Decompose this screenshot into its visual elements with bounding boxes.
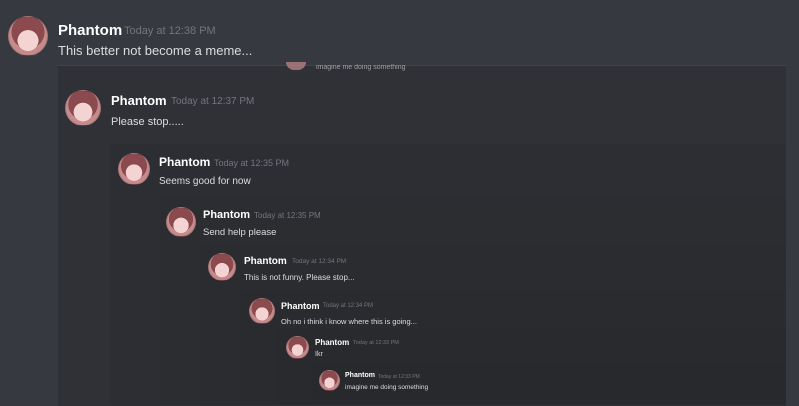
message-text: This better not become a meme... [58, 43, 253, 58]
author-name: Phantom [159, 155, 211, 169]
avatar [208, 253, 236, 281]
avatar [249, 298, 275, 324]
author-name: Phantom [281, 301, 320, 311]
avatar [65, 90, 101, 126]
avatar [319, 370, 340, 391]
message-text: Oh no i think i know where this is going… [281, 317, 417, 326]
avatar [286, 336, 309, 359]
message-text: This is not funny. Please stop... [244, 273, 355, 282]
author-name[interactable]: Phantom [58, 22, 122, 39]
timestamp: Today at 12:35 PM [254, 211, 321, 220]
message-text: Seems good for now [159, 176, 251, 187]
timestamp: Today at 12:34 PM [292, 258, 347, 265]
author-name: Phantom [345, 372, 375, 379]
message-text: imagine me doing something [345, 384, 429, 391]
timestamp: Today at 12:34 PM [323, 303, 374, 309]
timestamp: Today at 12:33 PM [378, 374, 420, 380]
message-text: Please stop..... [111, 116, 184, 128]
message-text: Send help please [203, 227, 277, 238]
timestamp: Today at 12:35 PM [214, 158, 290, 168]
timestamp: Today at 12:37 PM [171, 96, 255, 107]
timestamp: Today at 12:33 PM [353, 340, 399, 346]
author-name: Phantom [203, 209, 251, 221]
cut-off-message-text: imagine me doing something [316, 64, 406, 71]
avatar [118, 153, 150, 185]
timestamp: Today at 12:38 PM [124, 25, 216, 37]
avatar[interactable] [8, 16, 48, 56]
author-name: Phantom [315, 338, 350, 347]
author-name: Phantom [244, 256, 287, 267]
avatar [166, 207, 196, 237]
message-text: Ikr [315, 351, 323, 358]
author-name: Phantom [111, 93, 167, 108]
